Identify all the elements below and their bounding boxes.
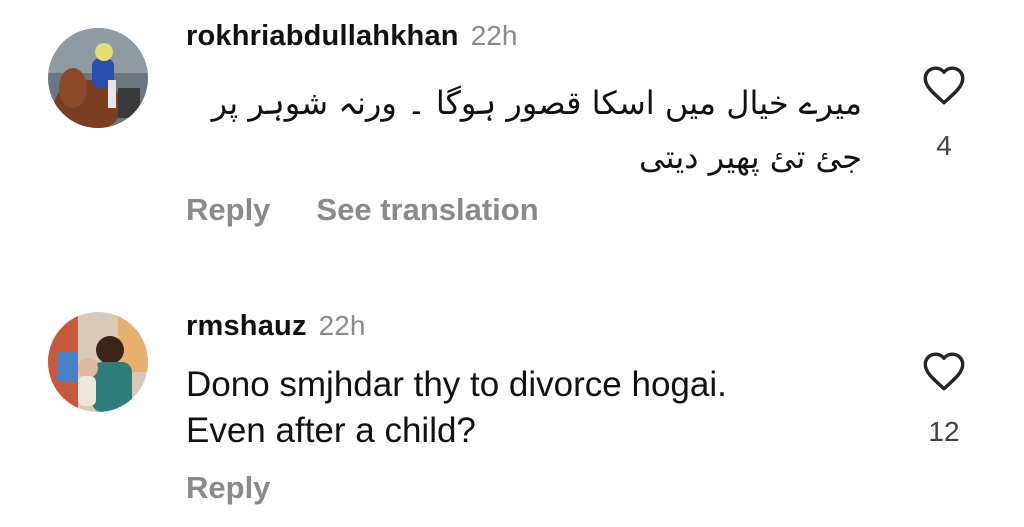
reply-button[interactable]: Reply bbox=[186, 470, 270, 506]
comment-text: Dono smjhdar thy to divorce hogai. Even … bbox=[186, 362, 866, 454]
timestamp: 22h bbox=[470, 20, 518, 51]
avatar[interactable] bbox=[48, 28, 148, 128]
username[interactable]: rmshauz bbox=[186, 310, 307, 343]
timestamp: 22h bbox=[318, 310, 366, 341]
like-count: 12 bbox=[928, 416, 960, 447]
woman-child-avatar-icon bbox=[48, 312, 148, 412]
comment-meta: rmshauz 22h bbox=[186, 310, 365, 343]
comment-item: rokhriabdullahkhan 22h میرے خیال میں اسک… bbox=[0, 0, 1024, 260]
comment-text-line: Even after a child? bbox=[186, 411, 476, 450]
heart-outline-icon[interactable] bbox=[921, 64, 967, 106]
comment-actions: Reply See translation bbox=[186, 192, 539, 228]
heart-outline-icon[interactable] bbox=[921, 350, 967, 392]
comment-item: rmshauz 22h Dono smjhdar thy to divorce … bbox=[0, 290, 1024, 527]
comment-actions: Reply bbox=[186, 470, 270, 506]
jockey-avatar-icon bbox=[48, 28, 148, 128]
like-count: 4 bbox=[936, 130, 952, 161]
avatar[interactable] bbox=[48, 312, 148, 412]
comment-text-line: Dono smjhdar thy to divorce hogai. bbox=[186, 365, 727, 404]
username[interactable]: rokhriabdullahkhan bbox=[186, 20, 459, 53]
reply-button[interactable]: Reply bbox=[186, 192, 270, 228]
see-translation-button[interactable]: See translation bbox=[316, 192, 538, 228]
comment-meta: rokhriabdullahkhan 22h bbox=[186, 20, 517, 53]
like-control: 4 bbox=[916, 64, 972, 162]
like-control: 12 bbox=[916, 350, 972, 448]
comment-text: میرے خیال میں اسکا قصور ہوگا ۔ ورنہ شوہر… bbox=[211, 84, 862, 176]
